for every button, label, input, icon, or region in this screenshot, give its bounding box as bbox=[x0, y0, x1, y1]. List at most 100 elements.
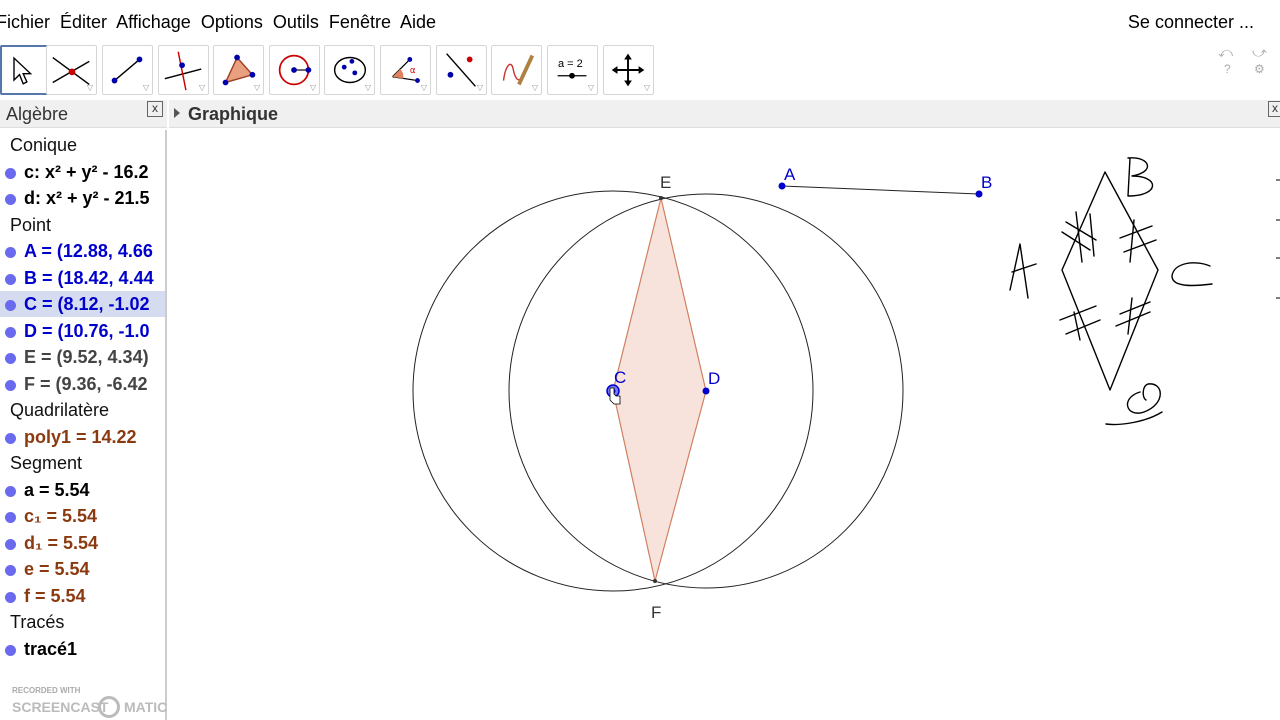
algebra-item-label: tracé1 bbox=[24, 638, 78, 659]
move-view-tool-button[interactable]: ▽ bbox=[603, 45, 654, 95]
algebra-item[interactable]: A = (12.88, 4.66 bbox=[0, 238, 165, 264]
algebra-category[interactable]: Segment bbox=[0, 450, 165, 476]
circle-tool-button[interactable]: ▽ bbox=[269, 45, 320, 95]
perpendicular-line-tool-button[interactable]: ▽ bbox=[158, 45, 209, 95]
algebra-category-label: Tracés bbox=[10, 612, 65, 632]
tool-menu-triangle: ▽ bbox=[531, 83, 538, 92]
move-tool-icon bbox=[13, 56, 33, 85]
angle-tool-button[interactable]: α ▽ bbox=[380, 45, 431, 95]
toolbar: ▽ ▽ ▽ ▽ ▽ ▽ α ▽ ▽ ▽ a = 2 ▽ ▽ ⤺ ⤻ ? ⚙ bbox=[0, 44, 1280, 98]
point-f[interactable] bbox=[653, 579, 657, 583]
menu-options[interactable]: Options bbox=[201, 12, 263, 32]
algebra-item[interactable]: poly1 = 14.22 bbox=[0, 424, 165, 450]
label-e: E bbox=[660, 173, 671, 192]
algebra-category[interactable]: Conique bbox=[0, 132, 165, 158]
menu-affichage[interactable]: Affichage bbox=[116, 12, 191, 32]
gear-icon[interactable]: ⚙ bbox=[1254, 62, 1265, 76]
move-tool-button[interactable] bbox=[0, 45, 51, 95]
algebra-item[interactable]: E = (9.52, 4.34) bbox=[0, 344, 165, 370]
algebra-item-label: a = 5.54 bbox=[24, 479, 90, 500]
visibility-toggle-icon[interactable] bbox=[5, 167, 16, 179]
algebra-item-label: c₁ = 5.54 bbox=[24, 506, 98, 526]
algebra-header: Algèbre x bbox=[0, 100, 167, 128]
polygon-tool-button[interactable]: ▽ bbox=[213, 45, 264, 95]
visibility-toggle-icon[interactable] bbox=[5, 565, 16, 576]
menu-fenetre[interactable]: Fenêtre bbox=[329, 12, 391, 32]
visibility-toggle-icon[interactable] bbox=[5, 353, 16, 364]
algebra-item-label: E = (9.52, 4.34) bbox=[24, 347, 149, 367]
algebra-item-label: C = (8.12, -1.02 bbox=[24, 294, 150, 314]
menu-fichier[interactable]: Fichier bbox=[0, 12, 50, 32]
visibility-toggle-icon[interactable] bbox=[5, 300, 16, 311]
visibility-toggle-icon[interactable] bbox=[5, 326, 16, 338]
visibility-toggle-icon[interactable] bbox=[5, 538, 16, 550]
algebra-category[interactable]: Point bbox=[0, 212, 165, 238]
algebra-category[interactable]: Quadrilatère bbox=[0, 397, 165, 423]
algebra-item-label: f = 5.54 bbox=[24, 585, 86, 606]
redo-icon[interactable]: ⤻ bbox=[1252, 44, 1267, 61]
point-e[interactable] bbox=[659, 196, 663, 200]
graphics-view[interactable]: A B C D E F bbox=[169, 129, 1280, 720]
algebra-item[interactable]: tracé1 bbox=[0, 636, 165, 662]
label-d: D bbox=[708, 369, 720, 388]
quadrilateral-poly1[interactable] bbox=[612, 197, 707, 582]
undo-icon[interactable]: ⤺ bbox=[1218, 44, 1233, 61]
visibility-toggle-icon[interactable] bbox=[5, 591, 16, 603]
conic-tool-button[interactable]: ▽ bbox=[324, 45, 375, 95]
visibility-toggle-icon[interactable] bbox=[5, 273, 16, 285]
tool-menu-triangle: ▽ bbox=[86, 83, 93, 92]
slider-tool-button[interactable]: a = 2 ▽ bbox=[547, 45, 598, 95]
algebra-view: Conique c: x² + y² - 16.2 d: x² + y² - 21.… bbox=[0, 130, 167, 720]
graphics-close-button[interactable]: x bbox=[1268, 101, 1280, 117]
algebra-item-label: c: x² + y² - 16.2 bbox=[24, 161, 149, 182]
menu-outils[interactable]: Outils bbox=[273, 12, 319, 32]
point-d[interactable] bbox=[702, 387, 710, 395]
graphics-collapse-arrow-icon[interactable] bbox=[174, 108, 180, 118]
undo-redo-area: ⤺ ⤻ ? ⚙ bbox=[1214, 44, 1274, 84]
label-a: A bbox=[784, 165, 796, 184]
algebra-item-label: d: x² + y² - 21.5 bbox=[24, 188, 150, 208]
visibility-toggle-icon[interactable] bbox=[5, 485, 16, 497]
watermark-small-text: RECORDED WITH bbox=[12, 686, 81, 695]
algebra-item[interactable]: d: x² + y² - 21.5 bbox=[0, 185, 165, 211]
login-link[interactable]: Se connecter ... bbox=[1128, 12, 1254, 33]
tool-menu-triangle: ▽ bbox=[198, 83, 205, 92]
line-tool-button[interactable]: ▽ bbox=[102, 45, 153, 95]
reflect-tool-button[interactable]: ▽ bbox=[436, 45, 487, 95]
help-icon[interactable]: ? bbox=[1224, 62, 1231, 76]
menu-editer[interactable]: Éditer bbox=[60, 12, 107, 32]
visibility-toggle-icon[interactable] bbox=[5, 247, 16, 258]
algebra-category-label: Quadrilatère bbox=[10, 400, 110, 420]
freehand-tool-button[interactable]: ▽ bbox=[491, 45, 542, 95]
algebra-item[interactable]: e = 5.54 bbox=[0, 556, 165, 582]
algebra-close-button[interactable]: x bbox=[147, 101, 163, 117]
intersect-point-tool-button[interactable]: ▽ bbox=[46, 45, 97, 95]
algebra-item[interactable]: f = 5.54 bbox=[0, 583, 165, 609]
visibility-toggle-icon[interactable] bbox=[5, 432, 16, 444]
algebra-category[interactable]: Tracés bbox=[0, 609, 165, 635]
algebra-item-label: e = 5.54 bbox=[24, 559, 90, 579]
tool-menu-triangle: ▽ bbox=[476, 83, 483, 92]
algebra-item[interactable]: D = (10.76, -1.0 bbox=[0, 318, 165, 344]
visibility-toggle-icon[interactable] bbox=[5, 644, 16, 656]
algebra-category-label: Conique bbox=[10, 135, 78, 155]
tool-menu-triangle: ▽ bbox=[364, 83, 371, 92]
algebra-item[interactable]: c: x² + y² - 16.2 bbox=[0, 159, 165, 185]
visibility-toggle-icon[interactable] bbox=[5, 512, 16, 523]
algebra-item[interactable]: d₁ = 5.54 bbox=[0, 530, 165, 556]
menu-aide[interactable]: Aide bbox=[400, 12, 436, 32]
geometry-canvas[interactable]: A B C D E F bbox=[169, 129, 1280, 720]
visibility-toggle-icon[interactable] bbox=[5, 379, 16, 391]
algebra-item[interactable]: a = 5.54 bbox=[0, 477, 165, 503]
segment-a[interactable] bbox=[781, 185, 980, 195]
slider-tool-label: a = 2 bbox=[558, 58, 583, 70]
algebra-item[interactable]: C = (8.12, -1.02 bbox=[0, 291, 165, 317]
algebra-item[interactable]: c₁ = 5.54 bbox=[0, 503, 165, 529]
tool-menu-triangle: ▽ bbox=[253, 83, 260, 92]
watermark-big-text: SCREENCAST bbox=[12, 699, 109, 715]
algebra-item[interactable]: B = (18.42, 4.44 bbox=[0, 265, 165, 291]
watermark-logo-icon bbox=[98, 696, 120, 718]
visibility-toggle-icon[interactable] bbox=[5, 194, 16, 205]
algebra-item-label: F = (9.36, -6.42 bbox=[24, 373, 148, 394]
algebra-item[interactable]: F = (9.36, -6.42 bbox=[0, 371, 165, 397]
